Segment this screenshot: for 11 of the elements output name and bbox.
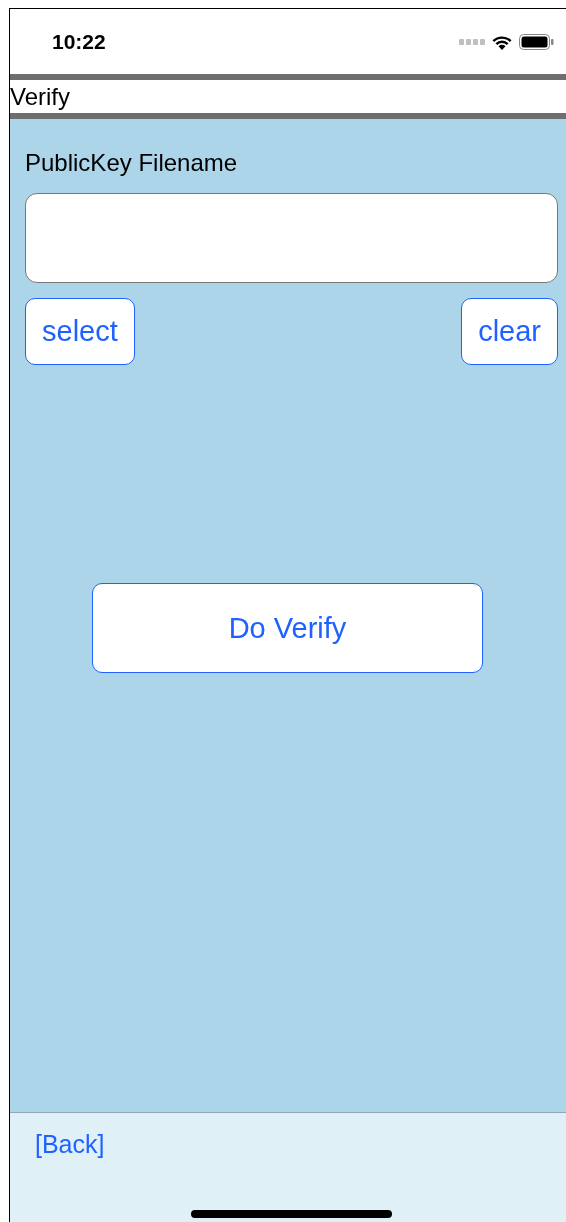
clear-button[interactable]: clear — [461, 298, 558, 365]
wifi-icon — [491, 33, 513, 50]
filename-field[interactable] — [25, 193, 558, 283]
screen-title: Verify — [10, 82, 71, 111]
battery-icon — [519, 33, 554, 50]
verify-button[interactable]: Do Verify — [92, 583, 483, 673]
field-label: PublicKey Filename — [25, 149, 238, 177]
select-button[interactable]: select — [25, 298, 135, 365]
status-time: 10:22 — [52, 29, 106, 54]
back-link[interactable]: [Back] — [35, 1130, 105, 1159]
signal-icon — [459, 38, 485, 45]
